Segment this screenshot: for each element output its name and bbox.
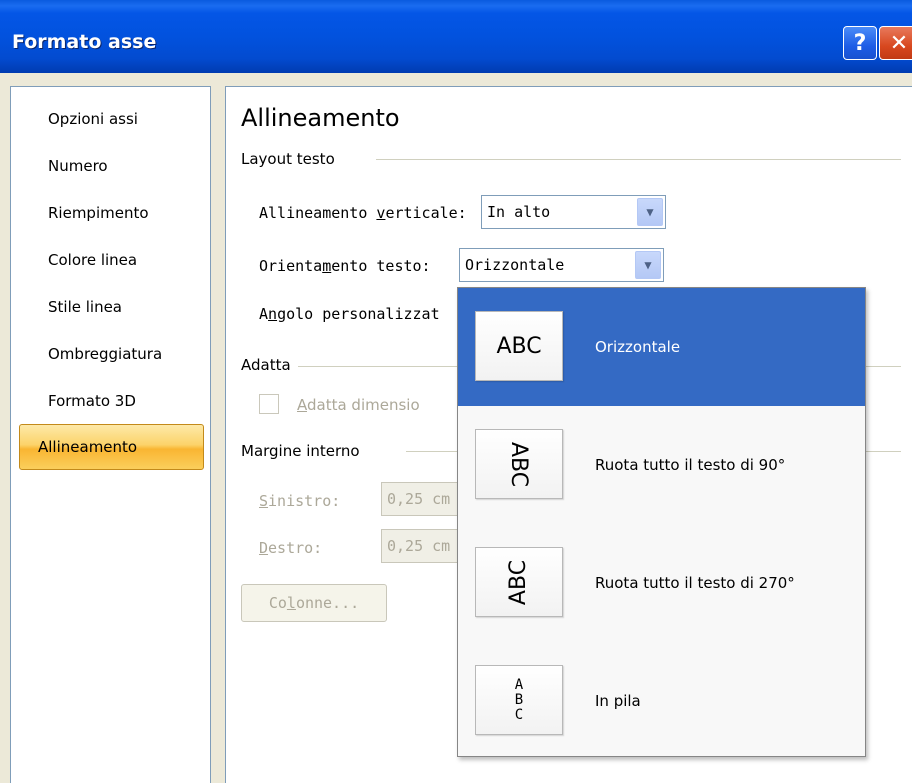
section-heading: Allineamento xyxy=(241,104,400,132)
nav-item-colore-linea[interactable]: Colore linea xyxy=(48,251,137,269)
nav-item-ombreggiatura[interactable]: Ombreggiatura xyxy=(48,345,162,363)
option-label: Ruota tutto il testo di 270° xyxy=(595,574,795,592)
orientation-option-stacked[interactable]: A B C In pila xyxy=(458,642,865,760)
stacked-text-icon: A B C xyxy=(475,665,563,735)
option-label: Ruota tutto il testo di 90° xyxy=(595,456,786,474)
help-button[interactable]: ? xyxy=(843,26,877,60)
option-label: In pila xyxy=(595,692,641,710)
layout-section-divider xyxy=(376,159,901,160)
left-margin-label: Sinistro: xyxy=(259,492,341,510)
close-button[interactable]: ✕ xyxy=(879,26,912,60)
right-margin-label: Destro: xyxy=(259,539,323,557)
margin-section-label: Margine interno xyxy=(241,442,360,460)
nav-item-stile-linea[interactable]: Stile linea xyxy=(48,298,122,316)
fit-section-label: Adatta xyxy=(241,356,291,374)
nav-item-allineamento[interactable]: Allineamento xyxy=(19,424,204,470)
rotate-90-text-icon: ABC xyxy=(475,429,563,499)
columns-button[interactable]: Colonne... xyxy=(241,584,387,622)
orientation-option-rotate-270[interactable]: ABC Ruota tutto il testo di 270° xyxy=(458,524,865,642)
title-bar: Formato asse ? ✕ xyxy=(0,0,912,73)
nav-item-formato-3d[interactable]: Formato 3D xyxy=(48,392,136,410)
layout-section-label: Layout testo xyxy=(241,150,335,168)
fit-shape-label: Adatta dimensio xyxy=(297,396,420,414)
text-orientation-combo[interactable]: Orizzontale ▼ xyxy=(459,248,664,282)
chevron-down-icon[interactable]: ▼ xyxy=(637,198,663,226)
horizontal-text-icon: ABC xyxy=(475,311,563,381)
orientation-option-horizontal[interactable]: ABC Orizzontale xyxy=(458,288,865,406)
vertical-alignment-combo[interactable]: In alto ▼ xyxy=(481,195,666,229)
text-orientation-value: Orizzontale xyxy=(465,256,565,274)
rotate-270-text-icon: ABC xyxy=(475,547,563,617)
custom-angle-label: Angolo personalizzat xyxy=(259,305,440,323)
fit-shape-checkbox[interactable] xyxy=(259,394,279,414)
orientation-option-rotate-90[interactable]: ABC Ruota tutto il testo di 90° xyxy=(458,406,865,524)
nav-item-numero[interactable]: Numero xyxy=(48,157,108,175)
option-label: Orizzontale xyxy=(595,338,681,356)
nav-item-opzioni-assi[interactable]: Opzioni assi xyxy=(48,110,138,128)
orientation-dropdown-list: ABC Orizzontale ABC Ruota tutto il testo… xyxy=(457,287,866,757)
vertical-alignment-value: In alto xyxy=(487,203,551,221)
nav-item-riempimento[interactable]: Riempimento xyxy=(48,204,149,222)
window-title: Formato asse xyxy=(12,31,157,53)
vertical-alignment-label: Allineamento verticale: xyxy=(259,204,467,222)
chevron-down-icon[interactable]: ▼ xyxy=(635,251,661,279)
text-orientation-label: Orientamento testo: xyxy=(259,257,431,275)
